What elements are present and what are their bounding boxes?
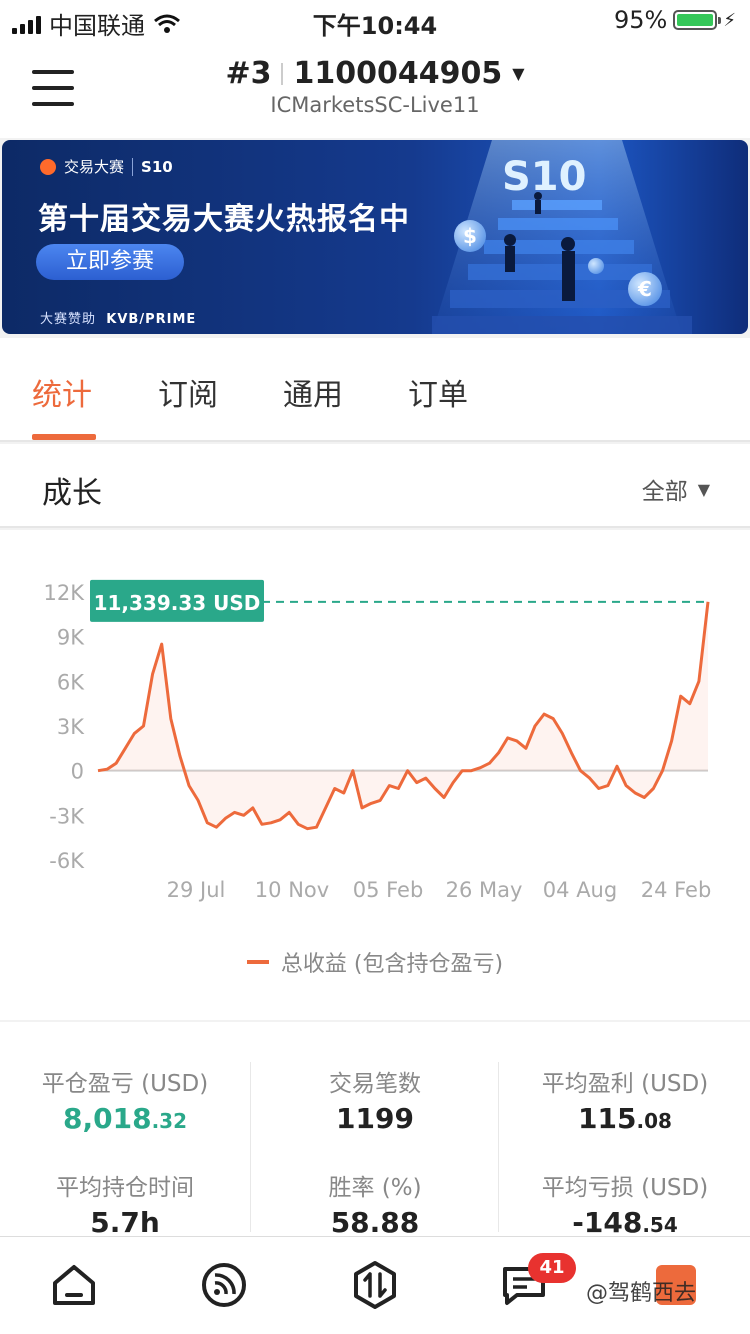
chart-legend: 总收益 (包含持仓盈亏)	[0, 946, 750, 978]
app-header: #3 1100044905 ▼ ICMarketsSC-Live11	[0, 42, 750, 138]
stat-avg-hold-time: 平均持仓时间 5.7h	[56, 1175, 194, 1239]
dollar-coin-icon: $	[454, 220, 486, 252]
stat-avg-loss: 平均亏损 (USD) -148.54	[541, 1175, 709, 1239]
x-tick-label: 29 Jul	[167, 878, 226, 902]
y-tick-label: 0	[71, 760, 84, 784]
euro-coin-icon: €	[628, 272, 662, 306]
contest-banner[interactable]: S10 $ € 交易大赛 S10 第十届交易大赛火热报名中 立即参赛 大赛赞助 …	[2, 140, 748, 334]
growth-line-chart: 12K 9K 6K 3K 0 -3K -6K 29 Jul 10 Nov 05 Feb 26 May…	[44, 579, 712, 902]
sponsor-line: 大赛赞助 KVB/PRIME	[40, 312, 197, 327]
legend-label: 总收益 (包含持仓盈亏)	[280, 952, 504, 977]
status-bar: 中国联通 下午10:44 95% ⚡	[0, 0, 750, 42]
x-tick-label: 04 Aug	[543, 878, 617, 902]
tab-subscribe[interactable]: 订阅	[158, 370, 218, 414]
account-server: ICMarketsSC-Live11	[270, 93, 480, 117]
stats-grid: 平仓盈亏 (USD) 8,018.32 交易笔数 1199 平均盈利 (USD)…	[0, 1022, 750, 1239]
y-tick-label: 6K	[57, 670, 85, 694]
home-icon[interactable]	[44, 1257, 104, 1313]
tab-general[interactable]: 通用	[283, 370, 343, 414]
account-selector[interactable]: #3 1100044905 ▼ ICMarketsSC-Live11	[0, 56, 750, 117]
account-id: 1100044905	[293, 56, 503, 91]
period-filter-value: 全部	[641, 479, 688, 505]
legend-swatch	[246, 960, 269, 964]
section-title: 成长	[42, 476, 102, 511]
account-rank: #3	[225, 56, 272, 91]
x-tick-label: 05 Feb	[353, 878, 424, 902]
battery-percent: 95%	[614, 6, 668, 34]
series-area	[98, 601, 708, 829]
period-filter-dropdown[interactable]: 全部 ▼	[642, 472, 710, 506]
x-tick-label: 10 Nov	[255, 878, 329, 902]
current-value-label: 11,339.33 USD	[94, 591, 261, 615]
y-tick-label: -6K	[49, 849, 85, 873]
y-tick-label: 9K	[57, 626, 85, 650]
s10-badge: S10	[502, 154, 587, 200]
tab-statistics[interactable]: 统计	[32, 370, 92, 414]
stat-avg-profit: 平均盈利 (USD) 115.08	[541, 1071, 709, 1135]
growth-chart: 12K 9K 6K 3K 0 -3K -6K 29 Jul 10 Nov 05 Feb 26 May…	[0, 530, 750, 1020]
caret-down-icon: ▼	[512, 64, 525, 83]
tab-active-indicator	[32, 434, 96, 440]
y-tick-label: 3K	[57, 715, 85, 739]
x-tick-label: 24 Feb	[641, 878, 712, 902]
battery-icon	[673, 10, 722, 30]
y-tick-label: -3K	[49, 804, 85, 828]
series-line	[97, 601, 710, 831]
contest-brand: 交易大赛 S10	[40, 156, 173, 177]
trade-icon[interactable]	[345, 1257, 405, 1313]
bottom-nav: 41 @驾鹤西去	[0, 1236, 750, 1334]
watermark: @驾鹤西去	[586, 1281, 697, 1306]
stat-closed-pnl: 平仓盈亏 (USD) 8,018.32	[41, 1071, 209, 1135]
feed-icon[interactable]	[194, 1257, 254, 1313]
tab-orders[interactable]: 订单	[408, 370, 468, 414]
join-contest-button[interactable]: 立即参赛	[36, 244, 184, 280]
stat-win-rate: 胜率 (%) 58.88	[328, 1175, 422, 1239]
growth-section-header: 成长 全部 ▼	[0, 444, 750, 528]
stat-trade-count: 交易笔数 1199	[329, 1071, 421, 1135]
sphere-icon	[588, 258, 604, 274]
tab-bar: 统计 订阅 通用 订单	[0, 338, 750, 442]
y-tick-label: 12K	[44, 581, 86, 605]
x-tick-label: 26 May	[446, 878, 523, 902]
caret-down-icon: ▼	[697, 479, 710, 499]
messages-badge: 41	[528, 1253, 576, 1283]
banner-title: 第十届交易大赛火热报名中	[38, 202, 410, 237]
brand-logo-icon	[40, 158, 56, 175]
charging-icon: ⚡	[723, 9, 736, 31]
